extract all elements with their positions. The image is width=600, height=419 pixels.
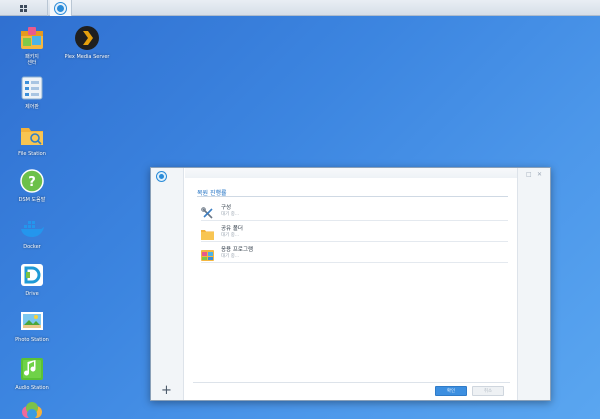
window-right-panel: □ ✕: [517, 168, 550, 400]
plex-icon: [74, 25, 100, 51]
audio-icon: [19, 356, 45, 382]
shared-folder-icon: [201, 225, 214, 240]
drive-icon: [19, 262, 45, 288]
package-center-icon: [157, 172, 166, 181]
docker-icon: [19, 215, 45, 241]
desktop-icon-label: Photo Station: [15, 337, 49, 343]
control-panel-icon: [19, 75, 45, 101]
maximize-icon[interactable]: □: [526, 171, 532, 178]
task-status: 대기 중...: [221, 233, 240, 238]
desktop-icon-dsm-help[interactable]: ? DSM 도움말: [2, 168, 62, 203]
desktop-icon-label: Docker: [23, 244, 41, 250]
window-sidebar: +: [151, 168, 184, 400]
window-content: 복원 진행률 구성 대기 중... 공유 폴더 대기 중... 응용 프로그램 …: [185, 168, 518, 400]
ok-button[interactable]: 확인: [435, 386, 467, 396]
svg-text:?: ?: [28, 175, 36, 190]
grid-icon: [20, 4, 27, 12]
window-topbar: [185, 168, 518, 178]
desktop-icon-label: File Station: [18, 151, 46, 157]
package-center-icon: [55, 2, 66, 14]
desktop-icon-label: Plex Media Server: [64, 54, 110, 60]
restore-window: + 복원 진행률 구성 대기 중... 공유 폴더 대기 중... 응용 프로그…: [150, 167, 551, 401]
main-menu-button[interactable]: [0, 0, 48, 16]
taskbar: [0, 0, 600, 16]
task-name: 구성: [221, 205, 232, 211]
desktop-icon-docker[interactable]: Docker: [2, 215, 62, 250]
desktop-icon-label: Drive: [25, 291, 39, 297]
desktop-icon-plex[interactable]: Plex Media Server: [57, 25, 117, 60]
desktop-icon-audio-station[interactable]: Audio Station: [2, 356, 62, 391]
help-icon: ?: [19, 168, 45, 194]
cancel-button[interactable]: 취소: [472, 386, 504, 396]
desktop-icon-label: Audio Station: [15, 385, 49, 391]
task-row: 응용 프로그램 대기 중...: [201, 243, 508, 263]
task-row: 공유 폴더 대기 중...: [201, 222, 508, 242]
taskbar-app-button[interactable]: [50, 0, 72, 16]
desktop-icon-partial[interactable]: [2, 402, 62, 419]
applications-icon: [201, 246, 214, 261]
desktop-icon-drive[interactable]: Drive: [2, 262, 62, 297]
task-row: 구성 대기 중...: [201, 201, 508, 221]
desktop-icon-photo-station[interactable]: Photo Station: [2, 308, 62, 343]
desktop-icon-label: 제어판: [25, 104, 39, 110]
task-status: 대기 중...: [221, 212, 240, 217]
footer-divider: [193, 382, 510, 383]
desktop-icon-label: 패키지 센터: [25, 54, 39, 66]
desktop-icon-control-panel[interactable]: 제어판: [2, 75, 62, 110]
task-name: 응용 프로그램: [221, 247, 254, 253]
flower-icon: [19, 402, 45, 419]
folder-icon: [19, 122, 45, 148]
desktop-icon-file-station[interactable]: File Station: [2, 122, 62, 157]
package-center-icon: [19, 25, 45, 51]
add-button[interactable]: +: [161, 384, 172, 397]
section-divider: [197, 196, 508, 197]
tools-icon: [201, 204, 214, 219]
task-status: 대기 중...: [221, 254, 240, 259]
photo-icon: [19, 308, 45, 334]
task-name: 공유 폴더: [221, 226, 243, 232]
close-icon[interactable]: ✕: [537, 171, 542, 178]
desktop-icon-label: DSM 도움말: [18, 197, 46, 203]
desktop-icon-package-center[interactable]: 패키지 센터: [2, 25, 62, 66]
